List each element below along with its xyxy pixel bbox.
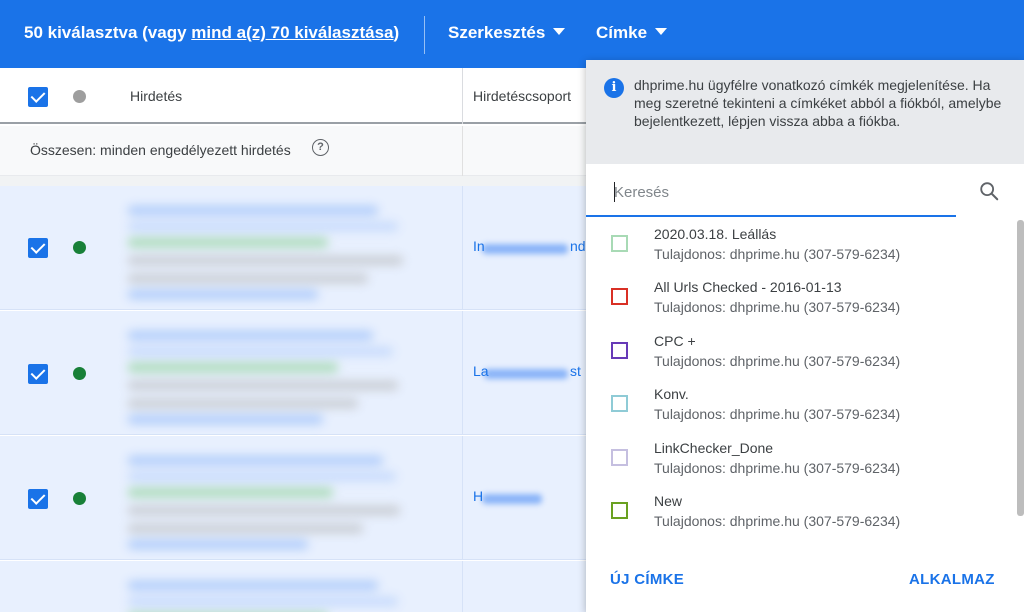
label-name: Konv. <box>654 386 689 402</box>
edit-menu-button[interactable]: Szerkesztés <box>448 23 566 43</box>
ad-group-blurred[interactable] <box>470 238 580 260</box>
info-icon: i <box>604 78 624 98</box>
ad-preview-blurred[interactable] <box>128 204 418 300</box>
label-owner: Tulajdonos: dhprime.hu (307-579-6234) <box>654 353 901 369</box>
caret-down-icon <box>655 28 668 36</box>
column-divider <box>462 436 463 560</box>
label-list: 2020.03.18. Leállás Tulajdonos: dhprime.… <box>586 220 1016 552</box>
status-header-dot <box>73 90 86 103</box>
new-label-button[interactable]: ÚJ CÍMKE <box>610 571 684 588</box>
column-header-ad[interactable]: Hirdetés <box>130 88 182 104</box>
ad-group-link-start[interactable]: H <box>473 488 483 504</box>
ad-group-link-start[interactable]: In <box>473 238 485 254</box>
select-all-link[interactable]: mind a(z) 70 kiválasztása <box>191 23 393 42</box>
account-info-text: dhprime.hu ügyfélre vonatkozó címkék meg… <box>634 77 1002 129</box>
apply-button[interactable]: ALKALMAZ <box>909 571 995 588</box>
search-icon[interactable] <box>978 180 1000 202</box>
column-divider <box>462 186 463 310</box>
row-checkbox[interactable] <box>28 364 48 384</box>
select-all-checkbox[interactable] <box>28 87 48 107</box>
selection-suffix-text: ) <box>393 23 400 42</box>
label-owner: Tulajdonos: dhprime.hu (307-579-6234) <box>654 513 901 529</box>
label-search-input[interactable] <box>614 180 944 204</box>
text-cursor <box>614 182 615 202</box>
toolbar-divider <box>424 16 425 54</box>
label-name: CPC + <box>654 333 696 349</box>
label-checkbox[interactable] <box>611 235 628 252</box>
label-option[interactable]: All Urls Checked - 2016-01-13 Tulajdonos… <box>586 273 1016 326</box>
label-owner: Tulajdonos: dhprime.hu (307-579-6234) <box>654 299 901 315</box>
row-checkbox[interactable] <box>28 489 48 509</box>
label-list-scrollbar[interactable] <box>1017 220 1024 516</box>
caret-down-icon <box>553 28 566 36</box>
label-checkbox[interactable] <box>611 288 628 305</box>
ad-group-link-start[interactable]: La <box>473 363 489 379</box>
label-menu-label: Címke <box>596 23 648 42</box>
label-checkbox[interactable] <box>611 342 628 359</box>
label-search <box>586 164 1024 220</box>
column-divider <box>462 311 463 435</box>
ad-preview-blurred[interactable] <box>128 579 418 612</box>
label-menu-button[interactable]: Címke <box>596 23 668 43</box>
label-dropdown-panel: i dhprime.hu ügyfélre vonatkozó címkék m… <box>586 60 1024 612</box>
label-option[interactable]: CPC + Tulajdonos: dhprime.hu (307-579-62… <box>586 327 1016 380</box>
ad-group-blurred[interactable] <box>470 488 580 510</box>
column-header-ad-group[interactable]: Hirdetéscsoport <box>473 88 571 104</box>
column-divider <box>462 126 463 176</box>
label-name: 2020.03.18. Leállás <box>654 226 777 242</box>
total-row-label: Összesen: minden engedélyezett hirdetés <box>30 142 291 158</box>
panel-footer: ÚJ CÍMKE ALKALMAZ <box>586 552 1024 612</box>
label-name: LinkChecker_Done <box>654 440 774 456</box>
label-owner: Tulajdonos: dhprime.hu (307-579-6234) <box>654 406 901 422</box>
label-owner: Tulajdonos: dhprime.hu (307-579-6234) <box>654 460 901 476</box>
account-info-banner: i dhprime.hu ügyfélre vonatkozó címkék m… <box>586 60 1024 164</box>
label-name: All Urls Checked - 2016-01-13 <box>654 279 842 295</box>
ad-preview-blurred[interactable] <box>128 454 418 550</box>
selection-toolbar: 50 kiválasztva (vagy mind a(z) 70 kivála… <box>0 0 1024 68</box>
label-checkbox[interactable] <box>611 502 628 519</box>
label-option[interactable]: LinkChecker_Done Tulajdonos: dhprime.hu … <box>586 434 1016 487</box>
edit-menu-label: Szerkesztés <box>448 23 546 42</box>
label-checkbox[interactable] <box>611 449 628 466</box>
label-checkbox[interactable] <box>611 395 628 412</box>
label-owner: Tulajdonos: dhprime.hu (307-579-6234) <box>654 246 901 262</box>
selection-count-text: 50 kiválasztva (vagy <box>24 23 192 42</box>
row-checkbox[interactable] <box>28 238 48 258</box>
label-option[interactable]: Konv. Tulajdonos: dhprime.hu (307-579-62… <box>586 380 1016 433</box>
help-circle-icon[interactable]: ? <box>312 139 329 156</box>
label-option[interactable]: 2020.03.18. Leállás Tulajdonos: dhprime.… <box>586 220 1016 273</box>
selection-summary: 50 kiválasztva (vagy mind a(z) 70 kivála… <box>24 23 399 43</box>
column-divider <box>462 68 463 124</box>
status-enabled-dot <box>73 492 86 505</box>
status-enabled-dot <box>73 241 86 254</box>
label-option[interactable]: New Tulajdonos: dhprime.hu (307-579-6234… <box>586 487 1016 540</box>
ad-preview-blurred[interactable] <box>128 329 418 425</box>
label-name: New <box>654 493 683 509</box>
status-enabled-dot <box>73 367 86 380</box>
search-focus-underline <box>586 215 956 217</box>
ad-group-link-end[interactable]: nd <box>570 238 586 254</box>
ad-group-link-end[interactable]: st <box>570 363 581 379</box>
column-divider <box>462 561 463 612</box>
